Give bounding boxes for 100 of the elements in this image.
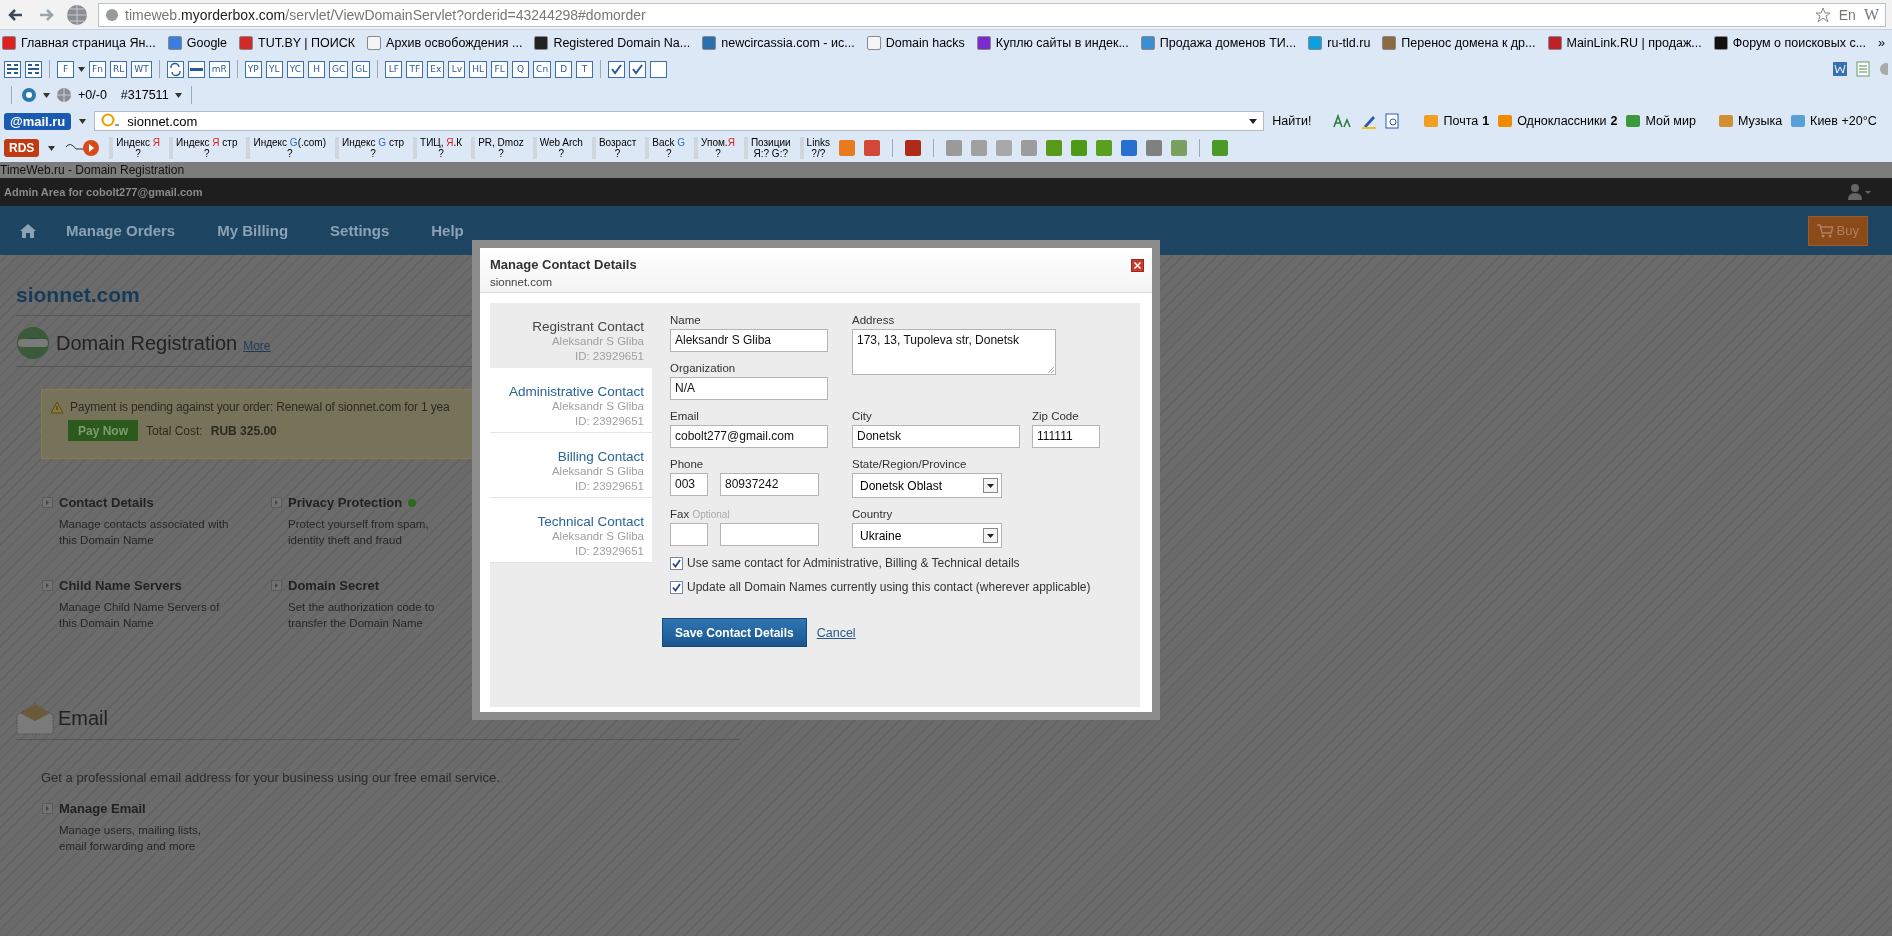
toolbar-button[interactable]: FL <box>491 60 509 78</box>
bookmark-link[interactable]: Registered Domain Na... <box>534 36 691 50</box>
toolbar-button[interactable]: WT <box>131 60 152 78</box>
input-field[interactable]: 173, 13, Tupoleva str, Donetsk <box>852 329 1056 375</box>
toolbar-link[interactable]: Одноклассники 2 <box>1497 113 1618 129</box>
toolbar-button[interactable]: Q <box>512 60 530 78</box>
input-field[interactable]: 003 <box>670 473 708 496</box>
user-menu-icon[interactable] <box>1848 184 1872 200</box>
search-field[interactable]: sionnet.com <box>94 111 1265 131</box>
tool-icon[interactable] <box>1211 140 1228 156</box>
toolbar-button[interactable]: Ex <box>427 60 445 78</box>
target-icon[interactable] <box>21 87 37 103</box>
toolbar-link[interactable]: Киев +20°C <box>1790 113 1877 129</box>
input-field[interactable] <box>670 523 708 546</box>
word-document-icon[interactable] <box>1832 61 1848 77</box>
bookmark-link[interactable]: Форум о поисковых с... <box>1713 36 1867 50</box>
tool-icon[interactable] <box>1170 140 1187 156</box>
toolbar-button[interactable]: LF <box>385 60 403 78</box>
toolbar-button[interactable]: RL <box>110 60 128 78</box>
input-field[interactable]: 111111 <box>1032 425 1100 448</box>
checkbox[interactable] <box>670 580 683 594</box>
grid-icon[interactable] <box>4 60 21 78</box>
toolbar-button[interactable]: D <box>555 60 573 78</box>
tool-icon[interactable] <box>1120 140 1137 156</box>
language-indicator[interactable]: En <box>1838 6 1856 23</box>
bookmark-link[interactable]: ru-tld.ru <box>1308 36 1371 50</box>
input-field[interactable]: cobolt277@gmail.com <box>670 425 828 448</box>
home-icon[interactable] <box>20 223 36 238</box>
toolbar-button[interactable]: H <box>308 60 325 78</box>
dropdown-field[interactable]: Ukraine <box>852 523 1002 548</box>
highlighter-icon[interactable] <box>1361 113 1378 129</box>
tool-icon[interactable] <box>863 140 880 156</box>
bookmark-link[interactable]: Domain hacks <box>866 36 965 50</box>
bookmark-link[interactable]: TUT.BY | ПОИСК <box>239 36 356 50</box>
input-field[interactable]: Aleksandr S Gliba <box>670 329 828 352</box>
close-icon[interactable] <box>1131 259 1144 272</box>
bookmark-link[interactable]: Главная страница Ян... <box>2 36 156 50</box>
cancel-link[interactable]: Cancel <box>816 625 856 640</box>
checkbox[interactable] <box>670 556 683 570</box>
nav-link[interactable]: Settings <box>330 222 390 239</box>
toolbar-button[interactable]: GL <box>352 60 371 78</box>
dropdown-field[interactable]: Donetsk Oblast <box>852 473 1002 498</box>
tool-icon[interactable] <box>1095 140 1112 156</box>
bookmark-link[interactable]: Перенос домена к др... <box>1382 36 1536 50</box>
globe-icon[interactable] <box>66 3 88 26</box>
tool-icon[interactable] <box>1070 140 1087 156</box>
nav-link[interactable]: Help <box>431 222 464 239</box>
tool-icon[interactable] <box>904 140 921 156</box>
toolbar-button[interactable]: GC <box>329 60 349 78</box>
search-icon[interactable] <box>101 113 122 129</box>
record-button-icon[interactable] <box>64 139 101 157</box>
checkbox-icon[interactable] <box>608 60 626 78</box>
toolbar-button[interactable]: HL <box>469 60 488 78</box>
bookmark-link[interactable]: Куплю сайты в индек... <box>976 36 1129 50</box>
bookmark-link[interactable]: Архив освобождения ... <box>367 36 523 50</box>
input-field[interactable] <box>720 523 819 546</box>
toolbar-button[interactable]: Cn <box>533 60 552 78</box>
toolbar-button[interactable]: Fn <box>89 60 106 78</box>
dropdown-caret-icon[interactable] <box>43 92 50 98</box>
input-field[interactable]: N/A <box>670 377 828 400</box>
dropdown-caret-icon[interactable] <box>79 118 87 124</box>
bookmark-link[interactable]: Продажа доменов ТИ... <box>1140 36 1297 50</box>
toolbar-button[interactable]: Lv <box>448 60 466 78</box>
tool-icon[interactable] <box>838 140 855 156</box>
checkbox-icon[interactable] <box>629 60 647 78</box>
rds-logo[interactable]: RDS <box>4 139 40 157</box>
dropdown-caret-icon[interactable] <box>174 92 182 98</box>
tool-icon[interactable] <box>1145 140 1162 156</box>
toolbar-link[interactable]: Почта 1 <box>1423 113 1490 129</box>
tool-icon[interactable] <box>945 140 962 156</box>
refresh-icon[interactable] <box>166 60 184 78</box>
bookmark-link[interactable]: Google <box>167 36 228 50</box>
dropdown-caret-icon[interactable] <box>1249 118 1258 124</box>
search-button[interactable]: Найти! <box>1272 114 1312 128</box>
font-size-icon[interactable] <box>1333 113 1354 129</box>
star-icon[interactable] <box>1814 6 1831 23</box>
toolbar-link[interactable]: Музыка <box>1717 113 1783 129</box>
nav-link[interactable]: Manage Orders <box>66 222 176 239</box>
bar-icon[interactable] <box>187 60 205 78</box>
toolbar-button[interactable]: YC <box>286 60 304 78</box>
input-field[interactable]: 80937242 <box>720 473 819 496</box>
nav-link[interactable]: My Billing <box>217 222 289 239</box>
toolbar-button[interactable]: TF <box>406 60 424 78</box>
bookmark-link[interactable]: MainLink.RU | продаж... <box>1547 36 1702 50</box>
checkbox-icon[interactable] <box>650 60 668 78</box>
dropdown-caret-icon[interactable] <box>48 145 56 151</box>
contact-tab[interactable]: Registrant Contact Aleksandr S Gliba ID: 23929651 <box>490 303 652 368</box>
grid-icon[interactable] <box>25 60 42 78</box>
toolbar-button[interactable]: YL <box>265 60 283 78</box>
address-bar[interactable]: timeweb.myorderbox.com/servlet/ViewDomainServlet?orderid=43244298#domorder En W <box>98 2 1886 27</box>
more-bookmarks-button[interactable]: » <box>1878 36 1886 50</box>
toolbar-button[interactable]: mR <box>208 60 230 78</box>
toolbar-button[interactable]: F <box>57 60 74 78</box>
mail-logo[interactable]: @mail.ru <box>4 112 72 130</box>
tool-icon[interactable] <box>1020 140 1037 156</box>
toolbar-link[interactable]: Мой мир <box>1625 113 1696 129</box>
tool-icon[interactable] <box>1045 140 1062 156</box>
dropdown-caret-icon[interactable] <box>78 66 85 72</box>
bookmark-link[interactable]: newcircassia.com - ис... <box>702 36 855 50</box>
toolbar-button[interactable]: T <box>576 60 594 78</box>
